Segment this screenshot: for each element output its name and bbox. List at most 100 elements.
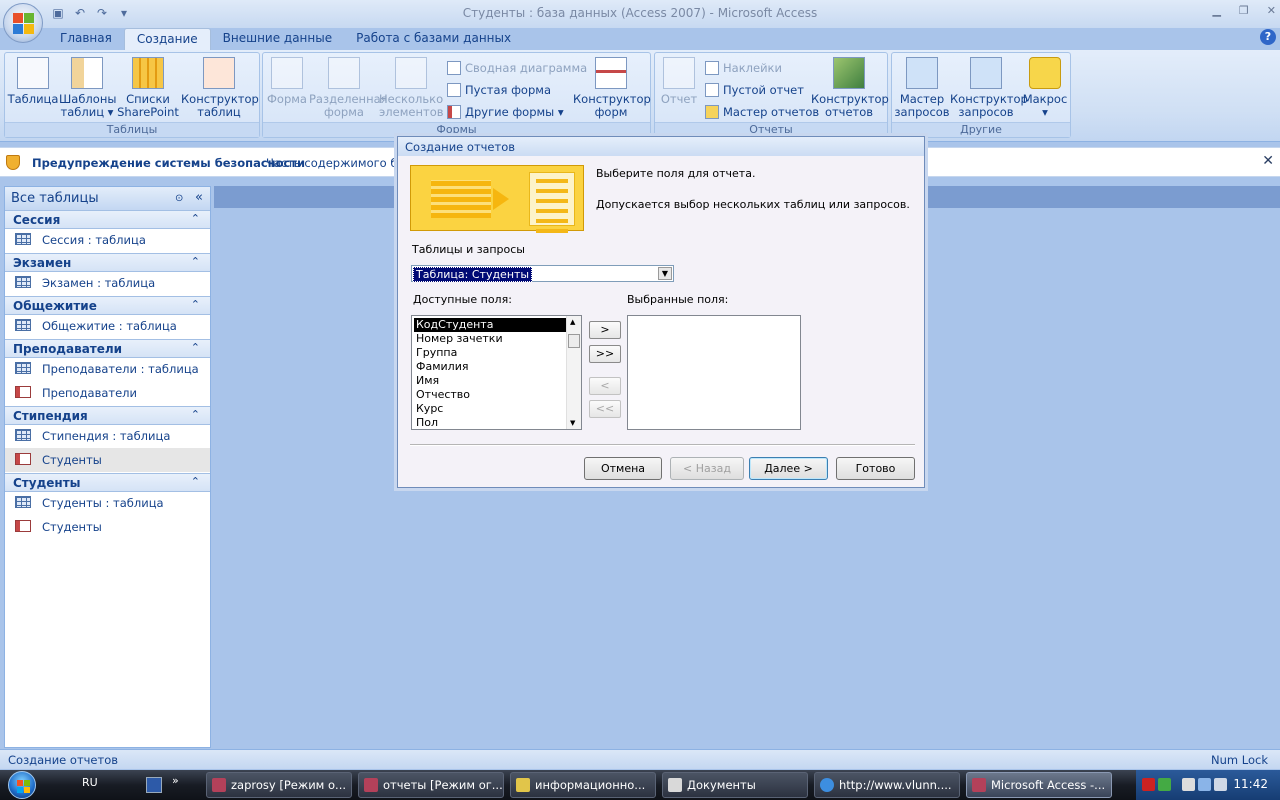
nav-item-label: Сессия : таблица	[42, 233, 146, 247]
move-one-button[interactable]: >	[589, 321, 621, 339]
next-button[interactable]: Далее >	[749, 457, 828, 480]
scroll-down-icon[interactable]: ▼	[570, 419, 575, 427]
remove-all-button[interactable]: <<	[589, 400, 621, 418]
list-item[interactable]: Пол	[414, 416, 566, 430]
nav-item-sessiya-table[interactable]: Сессия : таблица	[5, 228, 210, 252]
list-item[interactable]: Группа	[414, 346, 566, 360]
scroll-up-icon[interactable]: ▲	[570, 318, 575, 326]
nav-group-stipendiya[interactable]: Стипендия ⌃	[5, 406, 210, 425]
list-item[interactable]: Отчество	[414, 388, 566, 402]
blank-form-button[interactable]: Пустая форма	[447, 83, 551, 97]
office-logo-icon	[13, 13, 34, 34]
labels-label: Наклейки	[723, 61, 782, 75]
form-button[interactable]: Форма	[265, 57, 309, 106]
split-form-button[interactable]: Разделенная форма	[309, 57, 388, 119]
nav-item-obshchezhitie-table[interactable]: Общежитие : таблица	[5, 314, 210, 338]
blank-form-label: Пустая форма	[465, 83, 551, 97]
scrollbar[interactable]: ▲ ▼	[566, 316, 581, 429]
report-button[interactable]: Отчет	[657, 57, 701, 106]
labels-button[interactable]: Наклейки	[705, 61, 782, 75]
list-item[interactable]: КодСтудента	[414, 318, 566, 332]
back-button[interactable]: < Назад	[670, 457, 744, 480]
query-designer-button[interactable]: Конструктор запросов	[950, 57, 1028, 119]
tables-queries-select[interactable]: Таблица: Студенты ▼	[411, 265, 674, 282]
nav-item-prepodavateli-form[interactable]: Преподаватели	[5, 381, 210, 405]
clock[interactable]: 11:42	[1233, 777, 1268, 791]
cancel-button[interactable]: Отмена	[584, 457, 662, 480]
taskbar-button-access-active[interactable]: Microsoft Access -...	[966, 772, 1112, 798]
collapse-group-icon[interactable]: ⌃	[191, 341, 200, 354]
nav-group-ekzamen[interactable]: Экзамен ⌃	[5, 253, 210, 272]
collapse-group-icon[interactable]: ⌃	[191, 298, 200, 311]
form-designer-button[interactable]: Конструктор форм	[573, 57, 651, 119]
nav-item-studenty-form-selected[interactable]: Студенты	[5, 448, 210, 472]
move-all-button[interactable]: >>	[589, 345, 621, 363]
pivot-chart-button[interactable]: Сводная диаграмма	[447, 61, 587, 75]
collapse-group-icon[interactable]: ⌃	[191, 475, 200, 488]
query-wizard-button[interactable]: Мастер запросов	[894, 57, 950, 119]
tab-home[interactable]: Главная	[48, 28, 124, 50]
nav-group-label: Общежитие	[13, 299, 97, 313]
macro-button[interactable]: Макрос ▾	[1022, 57, 1068, 119]
list-item[interactable]: Фамилия	[414, 360, 566, 374]
taskbar: RU » zaprosy [Режим о... отчеты [Режим о…	[0, 770, 1280, 800]
maximize-icon[interactable]: ❐	[1239, 4, 1249, 17]
chevron-down-icon[interactable]: ▼	[658, 267, 672, 280]
network-icon[interactable]	[1198, 778, 1211, 791]
list-item[interactable]: Курс	[414, 402, 566, 416]
language-indicator[interactable]: RU	[82, 776, 98, 789]
taskbar-button-informatsionno[interactable]: информационно...	[510, 772, 656, 798]
close-icon[interactable]: ✕	[1267, 4, 1276, 17]
tab-database-tools[interactable]: Работа с базами данных	[344, 28, 523, 50]
taskbar-button-dokumenty[interactable]: Документы	[662, 772, 808, 798]
office-button[interactable]	[3, 3, 43, 43]
nav-group-prepodavateli[interactable]: Преподаватели ⌃	[5, 339, 210, 358]
table-designer-button[interactable]: Конструктор таблиц	[181, 57, 259, 119]
blank-report-button[interactable]: Пустой отчет	[705, 83, 804, 97]
quick-launch-more-icon[interactable]: »	[172, 774, 179, 787]
remove-one-button[interactable]: <	[589, 377, 621, 395]
start-button[interactable]	[2, 770, 48, 800]
minimize-icon[interactable]: ▁	[1212, 4, 1220, 17]
list-item[interactable]: Имя	[414, 374, 566, 388]
collapse-group-icon[interactable]: ⌃	[191, 255, 200, 268]
nav-item-stipendiya-table[interactable]: Стипендия : таблица	[5, 424, 210, 448]
available-fields-list[interactable]: КодСтудента Номер зачетки Группа Фамилия…	[411, 315, 582, 430]
sharepoint-lists-button[interactable]: Списки SharePoint ▾	[115, 57, 181, 132]
tab-external-data[interactable]: Внешние данные	[211, 28, 344, 50]
scroll-thumb[interactable]	[568, 334, 580, 348]
table-button[interactable]: Таблица	[7, 57, 59, 106]
volume-icon[interactable]	[1214, 778, 1227, 791]
taskbar-button-browser[interactable]: http://www.vlunn....	[814, 772, 960, 798]
multiple-items-button[interactable]: Несколько элементов	[379, 57, 444, 119]
nav-item-prepodavateli-table[interactable]: Преподаватели : таблица	[5, 357, 210, 381]
collapse-group-icon[interactable]: ⌃	[191, 212, 200, 225]
collapse-group-icon[interactable]: ⌃	[191, 408, 200, 421]
close-icon[interactable]: ✕	[1262, 153, 1274, 169]
nav-item-ekzamen-table[interactable]: Экзамен : таблица	[5, 271, 210, 295]
report-wizard-button[interactable]: Мастер отчетов	[705, 105, 819, 119]
safely-remove-icon[interactable]	[1182, 778, 1195, 791]
other-forms-button[interactable]: Другие формы ▾	[447, 105, 564, 119]
nav-item-studenty-form[interactable]: Студенты	[5, 515, 210, 539]
taskbar-button-zaprosy[interactable]: zaprosy [Режим о...	[206, 772, 352, 798]
nav-group-sessiya[interactable]: Сессия ⌃	[5, 210, 210, 229]
selected-fields-list[interactable]	[627, 315, 801, 430]
report-icon	[663, 57, 695, 89]
table-templates-button[interactable]: Шаблоны таблиц ▾	[59, 57, 116, 119]
navigation-pane-header[interactable]: Все таблицы ⊙ «	[5, 187, 210, 211]
nav-group-studenty[interactable]: Студенты ⌃	[5, 473, 210, 492]
chevron-down-icon[interactable]: ⊙	[175, 193, 183, 204]
nav-group-obshchezhitie[interactable]: Общежитие ⌃	[5, 296, 210, 315]
report-designer-button[interactable]: Конструктор отчетов	[811, 57, 889, 119]
taskbar-button-otchety[interactable]: отчеты [Режим ог...	[358, 772, 504, 798]
show-desktop-icon[interactable]	[146, 777, 162, 793]
list-item[interactable]: Номер зачетки	[414, 332, 566, 346]
tray-app-icon[interactable]	[1158, 778, 1171, 791]
collapse-pane-icon[interactable]: «	[195, 190, 203, 205]
nav-item-studenty-table[interactable]: Студенты : таблица	[5, 491, 210, 515]
antivirus-icon[interactable]	[1142, 778, 1155, 791]
finish-button[interactable]: Готово	[836, 457, 915, 480]
help-icon[interactable]: ?	[1260, 29, 1276, 45]
tab-create[interactable]: Создание	[123, 28, 211, 50]
